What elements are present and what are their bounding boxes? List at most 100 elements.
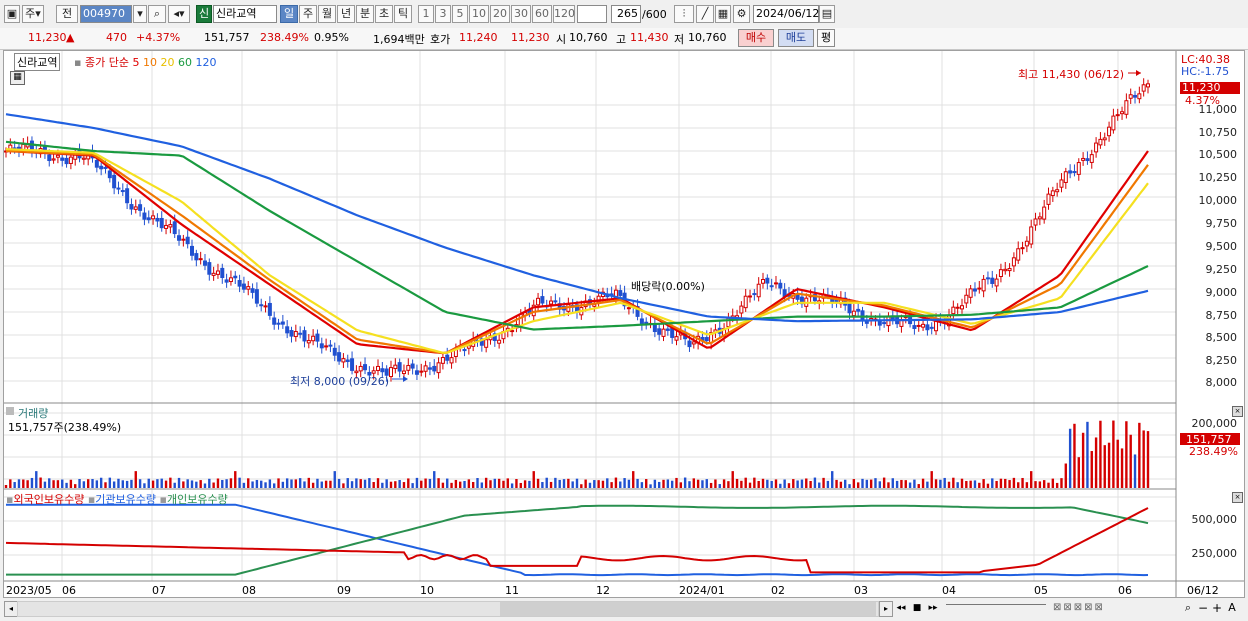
scroll-right-icon[interactable]: ▸	[879, 601, 893, 617]
zoom-in-icon[interactable]: +	[1211, 601, 1223, 615]
market-select-b[interactable]: 전	[56, 5, 78, 23]
period-minute[interactable]: 분	[356, 5, 374, 23]
interval-5[interactable]: 5	[452, 5, 468, 23]
current-price: 11,230	[28, 31, 67, 44]
volume-bar	[878, 481, 882, 488]
stop-icon[interactable]: ■	[910, 601, 924, 615]
draw-tool-icon[interactable]: ╱	[696, 5, 714, 23]
volume-bar	[584, 479, 587, 488]
candle	[748, 295, 753, 298]
candle	[977, 287, 982, 290]
ask-price: 11,230	[511, 31, 550, 44]
interval-10[interactable]: 10	[469, 5, 489, 23]
sell-button[interactable]: 매도	[778, 29, 814, 47]
candle	[272, 317, 277, 325]
volume-bar	[52, 480, 55, 488]
rewind-icon[interactable]: ◂◂	[894, 601, 908, 615]
zoom-out-icon[interactable]: −	[1197, 601, 1209, 615]
period-month[interactable]: 월	[318, 5, 336, 23]
volume-bar	[169, 477, 172, 488]
candle	[921, 323, 926, 328]
volume-bar	[519, 482, 522, 488]
settings-icon[interactable]: ⚙	[733, 5, 750, 23]
grid-toggle-icon[interactable]: ▦	[10, 71, 25, 85]
chart-type-icon[interactable]: ⫶	[674, 5, 694, 23]
volume-bar	[757, 480, 760, 488]
count-input[interactable]: 265	[611, 5, 641, 23]
candle	[1102, 137, 1107, 141]
code-input[interactable]: 004970	[80, 5, 132, 23]
period-year[interactable]: 년	[337, 5, 355, 23]
foreign-legend: 외국인보유수량	[13, 493, 85, 506]
candle	[661, 328, 666, 337]
search-icon[interactable]: ⌕	[148, 5, 166, 23]
volume-bar	[714, 479, 717, 488]
zoom-tools-icon[interactable]: ⊠⊠⊠⊠⊠	[1053, 601, 1173, 615]
period-second[interactable]: 초	[375, 5, 393, 23]
buy-button[interactable]: 매수	[738, 29, 774, 47]
font-size-icon[interactable]: A	[1225, 601, 1239, 615]
layout-icon[interactable]: ▣	[4, 5, 20, 23]
volume-bar	[242, 482, 246, 488]
calendar-icon[interactable]: ▤	[819, 5, 835, 23]
candle	[332, 347, 337, 356]
holding-panel-close-icon[interactable]: ×	[1232, 492, 1243, 503]
candle	[397, 362, 402, 372]
candle	[761, 278, 766, 284]
volume-bar	[606, 478, 609, 488]
forward-icon[interactable]: ▸▸	[926, 601, 940, 615]
interval-60[interactable]: 60	[532, 5, 552, 23]
code-dropdown-icon[interactable]: ▾	[133, 5, 147, 23]
candle	[285, 326, 290, 334]
volume-bar	[264, 482, 267, 488]
custom-interval-input[interactable]	[577, 5, 607, 23]
count-total: /600	[642, 8, 667, 21]
stock-name-field[interactable]: 신라교역	[213, 5, 277, 23]
volume-bar	[506, 478, 509, 488]
candle	[1111, 115, 1116, 131]
eval-button[interactable]: 평	[817, 29, 835, 47]
volume-bar	[177, 477, 181, 488]
candle	[55, 154, 60, 158]
volume-bar	[731, 471, 734, 488]
period-day[interactable]: 일	[280, 5, 298, 23]
save-icon[interactable]: ▦	[715, 5, 731, 23]
y-tick: 9,500	[1205, 240, 1238, 253]
interval-20[interactable]: 20	[490, 5, 510, 23]
volume-bar	[792, 479, 795, 488]
scroll-track[interactable]	[17, 601, 879, 617]
candle	[990, 277, 995, 284]
interval-3[interactable]: 3	[435, 5, 451, 23]
sound-icon[interactable]: ◂▾	[168, 5, 190, 23]
candle	[401, 370, 406, 375]
candle	[553, 300, 558, 303]
scroll-thumb[interactable]	[500, 602, 876, 616]
period-tick[interactable]: 틱	[394, 5, 412, 23]
volume-panel-close-icon[interactable]: ×	[1232, 406, 1243, 417]
interval-120[interactable]: 120	[553, 5, 575, 23]
date-input[interactable]: 2024/06/12	[753, 5, 819, 23]
low-label: 저	[674, 33, 685, 46]
zoom-icon[interactable]: ⌕	[1181, 601, 1195, 615]
volume-bar	[260, 480, 263, 488]
volume-bar	[601, 480, 605, 488]
chart-canvas[interactable]	[4, 51, 1244, 597]
volume-bar	[541, 482, 544, 488]
scroll-left-icon[interactable]: ◂	[4, 601, 18, 617]
x-label: 06	[62, 584, 76, 597]
interval-30[interactable]: 30	[511, 5, 531, 23]
volume-bar	[1120, 448, 1124, 488]
high-annotation: 최고 11,430 (06/12)	[1018, 68, 1125, 81]
high-marker-arrow	[1136, 70, 1141, 76]
zoom-slider[interactable]	[946, 604, 1046, 611]
period-week[interactable]: 주	[299, 5, 317, 23]
ma-20-label: 20	[160, 56, 175, 69]
market-select-a[interactable]: 주▾	[22, 5, 44, 23]
individual-legend: 개인보유수량	[166, 493, 228, 506]
volume-bar	[536, 478, 540, 488]
interval-1[interactable]: 1	[418, 5, 434, 23]
volume-bar	[272, 483, 276, 488]
ma-20-line	[5, 148, 1149, 354]
y-tick: 8,000	[1205, 376, 1238, 389]
volume-bar	[666, 479, 670, 488]
